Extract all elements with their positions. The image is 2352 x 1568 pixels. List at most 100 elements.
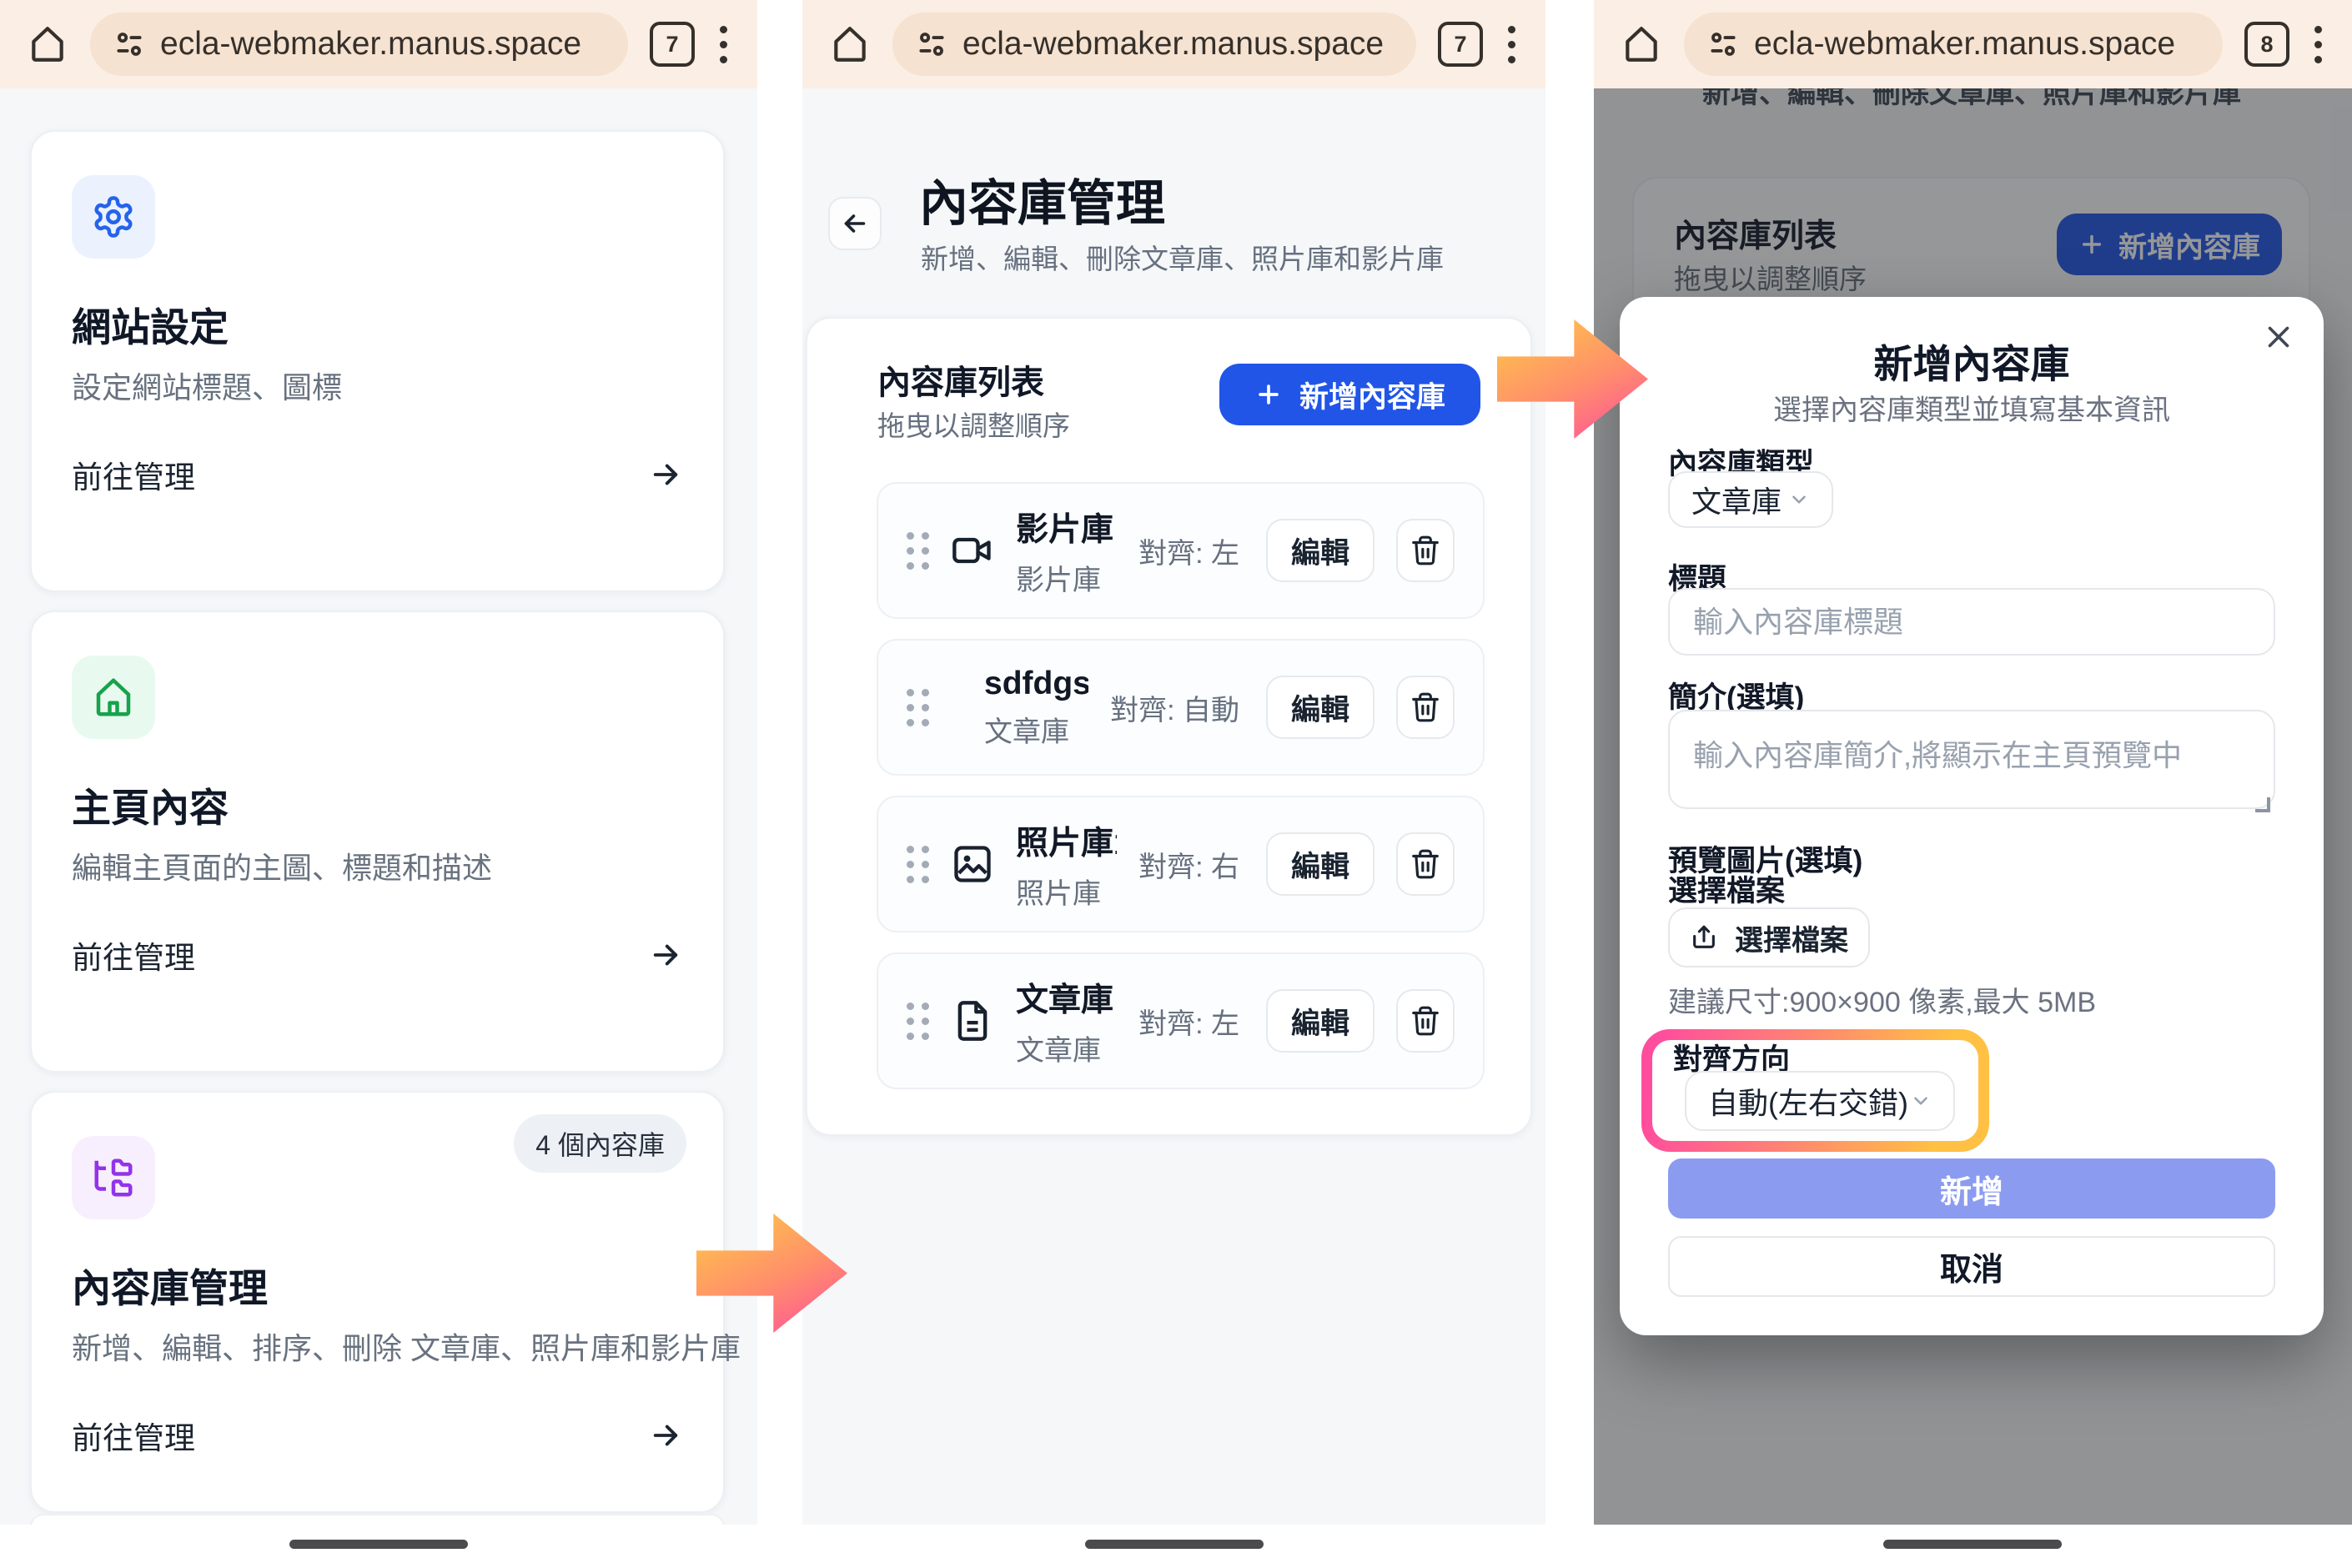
card-title: 內容庫管理 xyxy=(72,1256,268,1314)
delete-button[interactable] xyxy=(1396,519,1455,582)
url-text: ecla-webmaker.manus.space xyxy=(160,26,581,63)
card-footer-link[interactable]: 前往管理 xyxy=(72,1413,683,1458)
phone-screenshot-left: ecla-webmaker.manus.space 7 網站設定 設定網站標題、… xyxy=(0,0,757,1525)
home-icon[interactable] xyxy=(27,23,68,65)
back-button[interactable] xyxy=(828,197,882,250)
plus-icon xyxy=(1254,380,1283,409)
tab-counter[interactable]: 7 xyxy=(650,22,695,67)
next-card-edge xyxy=(30,1514,725,1525)
type-select[interactable]: 文章庫 xyxy=(1668,471,1833,528)
row-title: 文章庫 xyxy=(1016,974,1117,1021)
intro-textarea[interactable] xyxy=(1668,710,2275,809)
row-align: 對齊: 右 xyxy=(1138,844,1239,885)
chevron-down-icon xyxy=(1910,1090,1932,1112)
delete-button[interactable] xyxy=(1396,989,1455,1053)
type-select-value: 文章庫 xyxy=(1691,478,1782,521)
library-row[interactable]: 照片庫123 照片庫 對齊: 右 編輯 xyxy=(877,796,1485,932)
menu-kebab-icon[interactable] xyxy=(2311,26,2325,63)
align-select[interactable]: 自動(左右交錯) xyxy=(1685,1071,1955,1131)
row-title: 影片庫 xyxy=(1016,504,1117,550)
add-library-label: 新增內容庫 xyxy=(1299,374,1445,416)
choose-file-label: 選擇檔案 xyxy=(1735,917,1848,958)
chevron-down-icon xyxy=(1788,489,1810,510)
library-count-badge: 4 個內容庫 xyxy=(514,1114,686,1173)
drag-handle-icon[interactable] xyxy=(907,689,929,726)
edit-button[interactable]: 編輯 xyxy=(1266,832,1375,896)
card-footer-link[interactable]: 前往管理 xyxy=(72,452,683,497)
card-description: 新增、編輯、排序、刪除 文章庫、照片庫和影片庫 xyxy=(72,1324,741,1368)
folder-tree-icon xyxy=(72,1136,155,1219)
manage-link-label[interactable]: 前往管理 xyxy=(72,452,195,497)
arrow-right-icon xyxy=(648,1418,683,1453)
row-align: 對齊: 左 xyxy=(1138,1001,1239,1042)
gesture-bar[interactable] xyxy=(1883,1540,2062,1549)
tab-counter[interactable]: 7 xyxy=(1438,22,1483,67)
tab-counter[interactable]: 8 xyxy=(2244,22,2289,67)
upload-icon xyxy=(1690,923,1718,952)
modal-title: 新增內容庫 xyxy=(1620,332,2324,389)
size-hint: 建議尺寸:900×900 像素,最大 5MB xyxy=(1668,979,2096,1020)
drag-handle-icon[interactable] xyxy=(907,532,929,570)
library-row[interactable]: 文章庫 文章庫 對齊: 左 編輯 xyxy=(877,952,1485,1089)
site-settings-icon[interactable] xyxy=(1707,28,1739,60)
row-type: 文章庫 xyxy=(1016,1028,1117,1068)
gear-icon xyxy=(72,175,155,259)
preview-sublabel: 選擇檔案 xyxy=(1668,867,1785,910)
manage-link-label[interactable]: 前往管理 xyxy=(72,932,195,977)
image-icon xyxy=(951,842,994,886)
drag-handle-icon[interactable] xyxy=(907,846,929,883)
url-bar[interactable]: ecla-webmaker.manus.space xyxy=(892,13,1416,76)
edit-button[interactable]: 編輯 xyxy=(1266,676,1375,739)
url-bar[interactable]: ecla-webmaker.manus.space xyxy=(1684,13,2223,76)
library-row[interactable]: sdfdgsfdgsd 文章庫 對齊: 自動 編輯 xyxy=(877,639,1485,776)
home-icon[interactable] xyxy=(829,23,871,65)
delete-button[interactable] xyxy=(1396,676,1455,739)
row-type: 影片庫 xyxy=(1016,557,1117,598)
page-subtitle: 新增、編輯、刪除文章庫、照片庫和影片庫 xyxy=(921,237,1444,277)
row-title: 照片庫123 xyxy=(1016,817,1117,864)
menu-kebab-icon[interactable] xyxy=(716,26,731,63)
home-icon[interactable] xyxy=(1621,23,1662,65)
gesture-bar[interactable] xyxy=(289,1540,468,1549)
row-align: 對齊: 左 xyxy=(1138,530,1239,571)
browser-bar: ecla-webmaker.manus.space 8 xyxy=(1594,0,2352,88)
choose-file-button[interactable]: 選擇檔案 xyxy=(1668,907,1870,967)
card-site-settings: 網站設定 設定網站標題、圖標 前往管理 xyxy=(30,130,725,592)
submit-button[interactable]: 新增 xyxy=(1668,1158,2275,1219)
house-icon xyxy=(72,656,155,739)
title-input[interactable] xyxy=(1668,588,2275,656)
browser-bar: ecla-webmaker.manus.space 7 xyxy=(802,0,1545,88)
menu-kebab-icon[interactable] xyxy=(1505,26,1519,63)
edit-button[interactable]: 編輯 xyxy=(1266,519,1375,582)
cancel-button[interactable]: 取消 xyxy=(1668,1236,2275,1297)
row-align: 對齊: 自動 xyxy=(1110,687,1239,728)
library-list-card: 內容庫列表 拖曳以調整順序 新增內容庫 影片庫 影片庫 對齊: 左 編輯 xyxy=(806,317,1532,1136)
align-select-value: 自動(左右交錯) xyxy=(1708,1079,1908,1123)
list-subtitle: 拖曳以調整順序 xyxy=(877,404,1070,444)
video-icon xyxy=(951,529,994,572)
delete-button[interactable] xyxy=(1396,832,1455,896)
browser-bar: ecla-webmaker.manus.space 7 xyxy=(0,0,757,88)
resize-grip-icon[interactable] xyxy=(2255,797,2270,812)
site-settings-icon[interactable] xyxy=(113,28,145,60)
card-footer-link[interactable]: 前往管理 xyxy=(72,932,683,977)
card-description: 編輯主頁面的主圖、標題和描述 xyxy=(72,844,492,887)
manage-link-label[interactable]: 前往管理 xyxy=(72,1413,195,1458)
add-library-button[interactable]: 新增內容庫 xyxy=(1219,364,1480,425)
site-settings-icon[interactable] xyxy=(916,28,947,60)
gesture-bar[interactable] xyxy=(1085,1540,1264,1549)
phone-screenshot-right: 新增、編輯、刪除文章庫、照片庫和影片庫 內容庫列表 拖曳以調整順序 新增內容庫 … xyxy=(1594,0,2352,1525)
url-bar[interactable]: ecla-webmaker.manus.space xyxy=(90,13,628,76)
phone-screenshot-middle: ecla-webmaker.manus.space 7 內容庫管理 新增、編輯、… xyxy=(802,0,1545,1525)
library-row[interactable]: 影片庫 影片庫 對齊: 左 編輯 xyxy=(877,482,1485,619)
card-title: 網站設定 xyxy=(72,295,229,353)
edit-button[interactable]: 編輯 xyxy=(1266,989,1375,1053)
arrow-right-icon xyxy=(648,457,683,492)
drag-handle-icon[interactable] xyxy=(907,1003,929,1040)
card-home-content: 主頁內容 編輯主頁面的主圖、標題和描述 前往管理 xyxy=(30,611,725,1073)
card-content-library: 4 個內容庫 內容庫管理 新增、編輯、排序、刪除 文章庫、照片庫和影片庫 前往管… xyxy=(30,1091,725,1513)
row-title: sdfdgsfdgsd xyxy=(984,666,1088,702)
add-library-modal: 新增內容庫 選擇內容庫類型並填寫基本資訊 內容庫類型 文章庫 標題 簡介(選填)… xyxy=(1620,297,2324,1335)
arrow-right-icon xyxy=(648,937,683,972)
card-title: 主頁內容 xyxy=(72,776,229,833)
